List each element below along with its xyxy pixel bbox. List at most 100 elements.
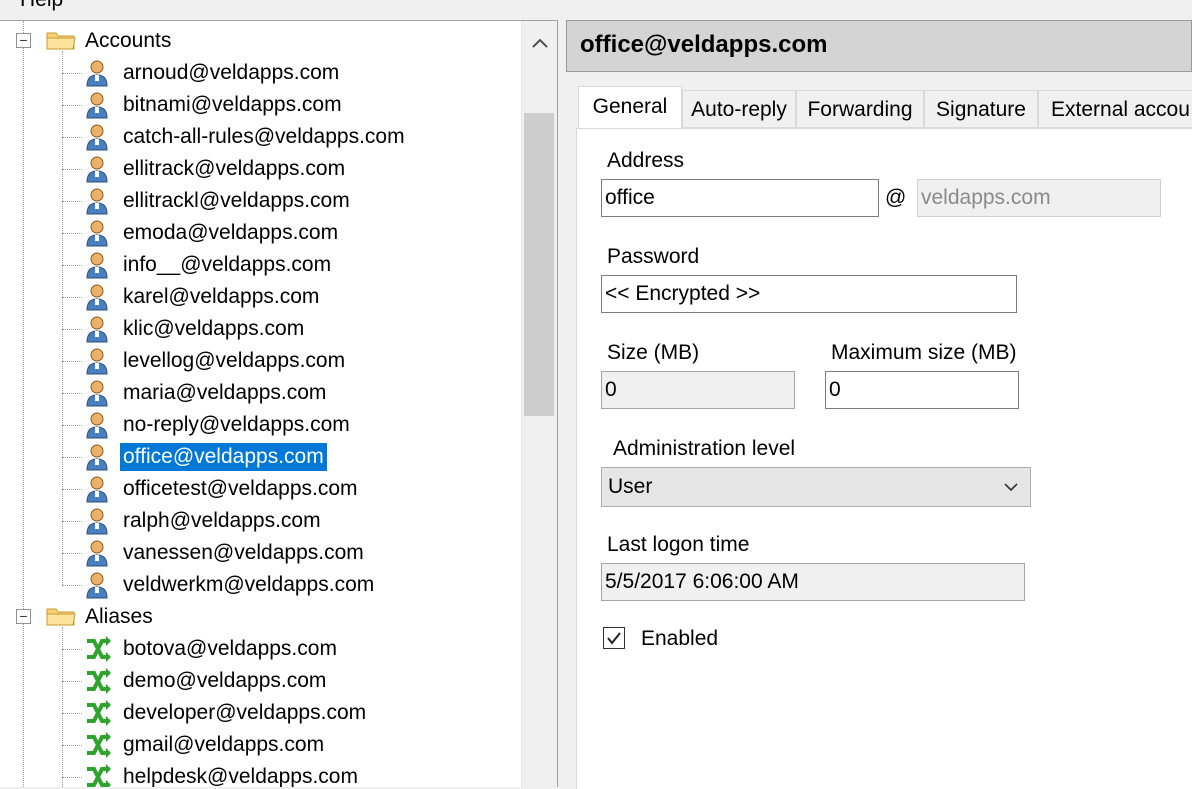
- detail-header: office@veldapps.com: [566, 20, 1192, 72]
- user-icon: [84, 411, 110, 439]
- tree-item[interactable]: karel@veldapps.com: [120, 283, 322, 311]
- last-logon-input: 5/5/2017 6:06:00 AM: [601, 563, 1025, 601]
- tree-connector: [62, 137, 82, 138]
- aliases-label[interactable]: Aliases: [82, 603, 156, 631]
- tree-connector: [62, 393, 82, 394]
- tab-strip: General Auto-reply Forwarding Signature …: [576, 86, 1192, 130]
- tree-item[interactable]: maria@veldapps.com: [120, 379, 329, 407]
- tree-connector: [62, 489, 82, 490]
- admin-level-value: User: [608, 475, 653, 498]
- domain-input: veldapps.com: [917, 179, 1161, 217]
- tree-item[interactable]: botova@veldapps.com: [120, 635, 340, 663]
- max-size-input[interactable]: 0: [825, 371, 1019, 409]
- tree-connector: [62, 105, 82, 106]
- tab-forwarding[interactable]: Forwarding: [796, 90, 924, 128]
- menu-bar: Help: [0, 0, 1192, 20]
- user-icon: [84, 539, 110, 567]
- tree-item[interactable]: bitnami@veldapps.com: [120, 91, 345, 119]
- tree-item[interactable]: ellitrack@veldapps.com: [120, 155, 348, 183]
- tab-external-accounts[interactable]: External accou: [1038, 90, 1192, 128]
- user-icon: [84, 571, 110, 599]
- admin-level-label: Administration level: [613, 437, 796, 460]
- accounts-label[interactable]: Accounts: [82, 27, 174, 55]
- user-icon: [84, 379, 110, 407]
- tree-connector: [62, 425, 82, 426]
- password-input[interactable]: << Encrypted >>: [601, 275, 1017, 313]
- tree-item[interactable]: no-reply@veldapps.com: [120, 411, 353, 439]
- user-icon: [84, 475, 110, 503]
- tree-connector: [62, 361, 82, 362]
- user-icon: [84, 283, 110, 311]
- tab-auto-reply[interactable]: Auto-reply: [682, 90, 796, 128]
- enabled-checkbox[interactable]: [603, 627, 625, 649]
- tree-item[interactable]: office@veldapps.com: [120, 443, 327, 471]
- alias-icon: [84, 763, 111, 787]
- user-icon: [84, 347, 110, 375]
- tree-item[interactable]: officetest@veldapps.com: [120, 475, 361, 503]
- user-icon: [84, 443, 110, 471]
- accounts-connector: [62, 51, 63, 585]
- tree-item[interactable]: vanessen@veldapps.com: [120, 539, 367, 567]
- scroll-thumb[interactable]: [524, 113, 554, 416]
- user-icon: [84, 219, 110, 247]
- scroll-up-icon[interactable]: [522, 21, 557, 65]
- tree-item[interactable]: gmail@veldapps.com: [120, 731, 327, 759]
- tree-connector: [62, 681, 82, 682]
- size-label: Size (MB): [607, 341, 700, 364]
- alias-icon: [84, 635, 111, 663]
- enabled-label: Enabled: [641, 627, 719, 650]
- tree-connector: [62, 777, 82, 778]
- user-icon: [84, 507, 110, 535]
- alias-icon: [84, 731, 111, 759]
- user-icon: [84, 187, 110, 215]
- alias-icon: [84, 667, 111, 695]
- tree-root-connector: [23, 21, 24, 787]
- tree-connector: [62, 521, 82, 522]
- password-label: Password: [607, 245, 700, 268]
- tree-item[interactable]: veldwerkm@veldapps.com: [120, 571, 377, 599]
- tree-item[interactable]: info__@veldapps.com: [120, 251, 334, 279]
- address-label: Address: [607, 149, 685, 172]
- tree-connector: [62, 745, 82, 746]
- max-size-label: Maximum size (MB): [831, 341, 1017, 364]
- tree-item[interactable]: klic@veldapps.com: [120, 315, 307, 343]
- aliases-expander-icon[interactable]: −: [16, 609, 31, 624]
- tree-connector: [62, 713, 82, 714]
- tab-general[interactable]: General: [578, 86, 682, 130]
- tree-connector: [62, 649, 82, 650]
- tree-connector: [62, 233, 82, 234]
- tree-item[interactable]: ralph@veldapps.com: [120, 507, 324, 535]
- chevron-down-icon: [1002, 468, 1020, 506]
- alias-icon: [84, 699, 111, 727]
- user-icon: [84, 59, 110, 87]
- aliases-connector: [62, 627, 63, 787]
- size-input: 0: [601, 371, 795, 409]
- user-icon: [84, 315, 110, 343]
- tree-item[interactable]: levellog@veldapps.com: [120, 347, 348, 375]
- menu-help[interactable]: Help: [20, 0, 63, 12]
- tree-connector: [62, 265, 82, 266]
- address-input[interactable]: office: [601, 179, 879, 217]
- tree-connector: [62, 201, 82, 202]
- tab-signature[interactable]: Signature: [924, 90, 1038, 128]
- user-icon: [84, 155, 110, 183]
- tree-item[interactable]: developer@veldapps.com: [120, 699, 369, 727]
- tree-item[interactable]: helpdesk@veldapps.com: [120, 763, 361, 787]
- user-icon: [84, 251, 110, 279]
- folder-icon: [46, 606, 76, 626]
- admin-level-select[interactable]: User: [601, 467, 1031, 507]
- tree-connector: [62, 297, 82, 298]
- tree-item[interactable]: ellitrackl@veldapps.com: [120, 187, 353, 215]
- accounts-expander-icon[interactable]: −: [16, 33, 31, 48]
- tree-scrollbar[interactable]: [521, 21, 557, 787]
- tree-item[interactable]: demo@veldapps.com: [120, 667, 329, 695]
- tree-item[interactable]: catch-all-rules@veldapps.com: [120, 123, 408, 151]
- tree-connector: [62, 169, 82, 170]
- tree-connector: [62, 457, 82, 458]
- tree-connector: [62, 553, 82, 554]
- detail-title: office@veldapps.com: [580, 31, 828, 58]
- user-icon: [84, 91, 110, 119]
- checkmark-icon: [607, 632, 621, 645]
- tree-item[interactable]: emoda@veldapps.com: [120, 219, 341, 247]
- tree-item[interactable]: arnoud@veldapps.com: [120, 59, 342, 87]
